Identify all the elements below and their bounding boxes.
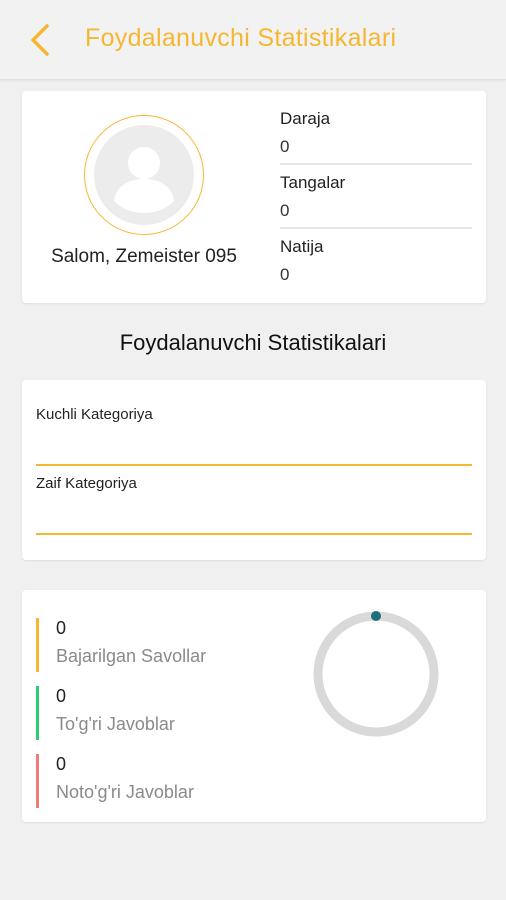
stat-level: Daraja 0 [280,107,472,171]
wrong-label: Noto'g'ri Javoblar [56,782,194,802]
donut-indicator [371,611,381,621]
status-bar-green [36,686,39,740]
stat-label: Natija [280,237,324,256]
completed-count: 0 [56,618,67,638]
completed-questions: 0 Bajarilgan Savollar [36,618,276,672]
stat-result: Natija 0 [280,235,472,299]
strong-category-label: Kuchli Kategoriya [36,406,153,423]
stat-value: 0 [280,265,290,284]
stat-label: Tangalar [280,173,346,192]
weak-category-underline [36,533,472,535]
status-bar-yellow [36,618,39,672]
wrong-count: 0 [56,754,67,774]
stat-label: Daraja [280,109,331,128]
stat-value: 0 [280,137,290,156]
question-stats-card: 0 Bajarilgan Savollar 0 To'g'ri Javoblar… [22,590,486,822]
app-root: Foydalanuvchi Statistikalari Salom, Zeme… [0,0,506,900]
app-bar: Foydalanuvchi Statistikalari [0,0,506,80]
user-avatar-icon [94,125,194,225]
correct-label: To'g'ri Javoblar [56,714,175,734]
stat-value: 0 [280,201,290,220]
correct-count: 0 [56,686,67,706]
weak-category-label: Zaif Kategoriya [36,475,137,492]
avatar [84,115,204,235]
category-card: Kuchli Kategoriya Zaif Kategoriya [22,380,486,560]
strong-category-underline [36,464,472,466]
page-title: Foydalanuvchi Statistikalari [85,24,397,52]
status-bar-red [36,754,39,808]
profile-card: Salom, Zemeister 095 Daraja 0 Tangalar 0… [22,91,486,303]
back-button[interactable] [20,18,60,62]
wrong-answers: 0 Noto'g'ri Javoblar [36,754,276,808]
donut-track [313,611,439,737]
section-title: Foydalanuvchi Statistikalari [119,330,387,355]
divider [280,163,472,165]
chevron-left-icon [31,24,49,56]
stat-coins: Tangalar 0 [280,171,472,235]
divider [280,227,472,229]
completed-label: Bajarilgan Savollar [56,646,207,666]
progress-donut [313,611,439,737]
correct-answers: 0 To'g'ri Javoblar [36,686,276,740]
user-greeting: Salom, Zemeister 095 [51,246,237,267]
